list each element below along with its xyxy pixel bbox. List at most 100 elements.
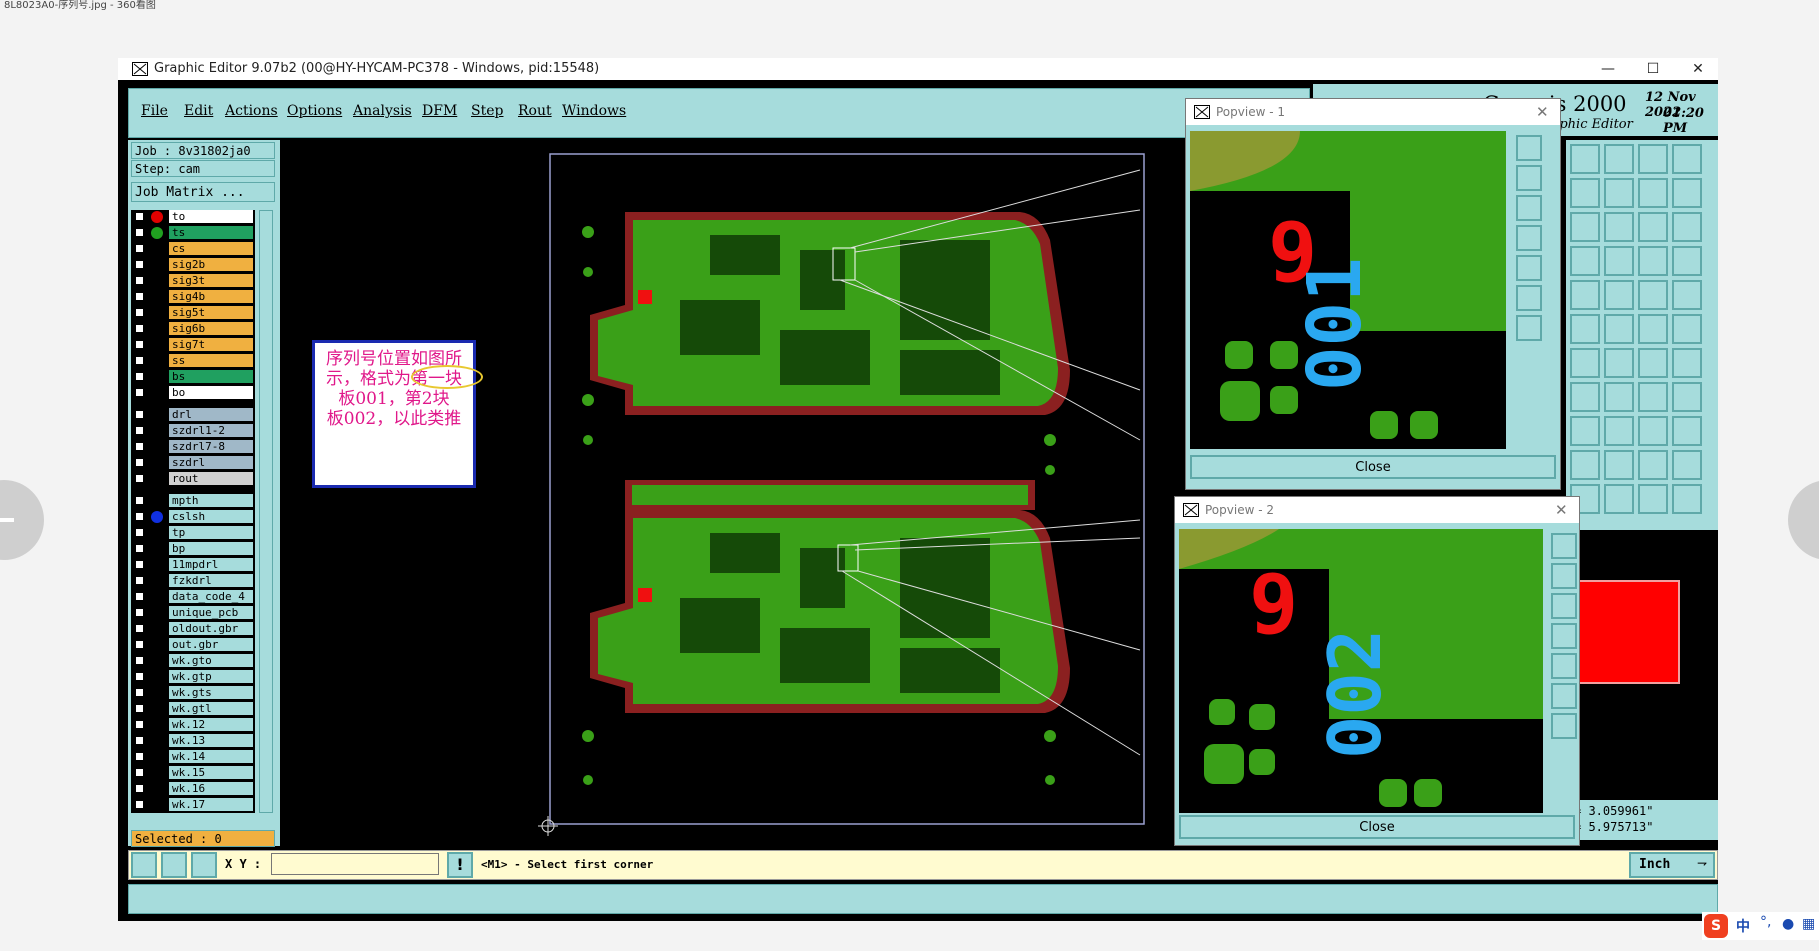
layer-name[interactable]: ts	[169, 226, 253, 239]
prev-image-button[interactable]	[0, 480, 44, 560]
layer-row[interactable]: wk.gto	[131, 654, 255, 668]
next-image-button[interactable]	[1788, 480, 1819, 560]
popview-1-tool-icon[interactable]	[1516, 285, 1542, 311]
layer-row[interactable]: cs	[131, 242, 255, 256]
layer-name[interactable]: fzkdrl	[169, 574, 253, 587]
editor-tool-icon[interactable]	[1672, 144, 1702, 174]
layer-name[interactable]: sig7t	[169, 338, 253, 351]
editor-tool-icon[interactable]	[1604, 484, 1634, 514]
layer-checkbox[interactable]	[135, 356, 144, 365]
editor-tool-icon[interactable]	[1604, 416, 1634, 446]
layer-checkbox[interactable]	[135, 720, 144, 729]
layer-row[interactable]: data_code_4	[131, 590, 255, 604]
close-window-button[interactable]: ✕	[1678, 58, 1718, 80]
editor-tool-icon[interactable]	[1570, 212, 1600, 242]
editor-tool-icon[interactable]	[1570, 382, 1600, 412]
editor-tool-icon[interactable]	[1638, 314, 1668, 344]
layer-name[interactable]: cs	[169, 242, 253, 255]
layer-row[interactable]: unique_pcb	[131, 606, 255, 620]
popview-1-tool-icon[interactable]	[1516, 225, 1542, 251]
maximize-button[interactable]: ☐	[1633, 58, 1673, 80]
editor-tool-icon[interactable]	[1570, 348, 1600, 378]
layer-checkbox[interactable]	[135, 388, 144, 397]
layer-name[interactable]: wk.gto	[169, 654, 253, 667]
layer-name[interactable]: sig4b	[169, 290, 253, 303]
menu-dfm[interactable]: DFM	[422, 103, 457, 119]
layer-name[interactable]: bs	[169, 370, 253, 383]
editor-tool-icon[interactable]	[1604, 314, 1634, 344]
layer-name[interactable]: wk.16	[169, 782, 253, 795]
layer-row[interactable]: rout	[131, 472, 255, 486]
editor-tool-icon[interactable]	[1570, 280, 1600, 310]
editor-tool-icon[interactable]	[1638, 348, 1668, 378]
popview-2-tool-icon[interactable]	[1551, 593, 1577, 619]
layer-name[interactable]: wk.12	[169, 718, 253, 731]
layer-checkbox[interactable]	[135, 260, 144, 269]
layer-checkbox[interactable]	[135, 688, 144, 697]
editor-tool-icon[interactable]	[1672, 348, 1702, 378]
layer-row[interactable]: sig7t	[131, 338, 255, 352]
popview-2-tool-icon[interactable]	[1551, 563, 1577, 589]
menu-analysis[interactable]: Analysis	[353, 103, 412, 119]
layer-checkbox[interactable]	[135, 458, 144, 467]
layer-name[interactable]: szdrl1-2	[169, 424, 253, 437]
layer-row[interactable]: bo	[131, 386, 255, 400]
editor-tool-icon[interactable]	[1638, 144, 1668, 174]
popview-1-tool-icon[interactable]	[1516, 135, 1542, 161]
layer-name[interactable]: 11mpdrl	[169, 558, 253, 571]
layer-name[interactable]: wk.14	[169, 750, 253, 763]
layer-row[interactable]: sig4b	[131, 290, 255, 304]
layer-name[interactable]: mpth	[169, 494, 253, 507]
popview-2-tool-icon[interactable]	[1551, 653, 1577, 679]
editor-tool-icon[interactable]	[1570, 178, 1600, 208]
popview-2-tool-icon[interactable]	[1551, 713, 1577, 739]
layer-row[interactable]: 11mpdrl	[131, 558, 255, 572]
layer-name[interactable]: szdrl7-8	[169, 440, 253, 453]
layer-checkbox[interactable]	[135, 672, 144, 681]
layer-row[interactable]: sig3t	[131, 274, 255, 288]
layer-checkbox[interactable]	[135, 212, 144, 221]
layer-row[interactable]: ts	[131, 226, 255, 240]
layer-row[interactable]: wk.14	[131, 750, 255, 764]
popview-2-close-button[interactable]: Close	[1179, 815, 1575, 839]
popview-2-tool-icon[interactable]	[1551, 533, 1577, 559]
layer-name[interactable]: ss	[169, 354, 253, 367]
popview-1-tool-icon[interactable]	[1516, 165, 1542, 191]
layer-checkbox[interactable]	[135, 442, 144, 451]
layer-name[interactable]: bp	[169, 542, 253, 555]
units-select[interactable]: Inch ⇁	[1629, 852, 1715, 878]
editor-tool-icon[interactable]	[1570, 416, 1600, 446]
layer-name[interactable]: sig3t	[169, 274, 253, 287]
popview-1-tool-icon[interactable]	[1516, 195, 1542, 221]
popview-1-close-icon[interactable]: ✕	[1536, 99, 1549, 125]
layer-checkbox[interactable]	[135, 752, 144, 761]
layer-name[interactable]: cslsh	[169, 510, 253, 523]
layer-row[interactable]: to	[131, 210, 255, 224]
graphic-canvas[interactable]: 序列号位置如图所 示，格式为第一块 板001，第2块 板002，以此类推	[280, 140, 1280, 846]
layer-checkbox[interactable]	[135, 372, 144, 381]
layer-name[interactable]: tp	[169, 526, 253, 539]
editor-tool-icon[interactable]	[1672, 450, 1702, 480]
layer-checkbox[interactable]	[135, 704, 144, 713]
editor-tool-icon[interactable]	[1638, 178, 1668, 208]
layer-scrollbar[interactable]	[259, 210, 273, 813]
exclamation-icon[interactable]: !	[447, 852, 473, 878]
editor-tool-icon[interactable]	[1638, 280, 1668, 310]
popview-1-tool-icon[interactable]	[1516, 255, 1542, 281]
layer-name[interactable]: wk.gts	[169, 686, 253, 699]
layer-checkbox[interactable]	[135, 544, 144, 553]
xy-input[interactable]	[271, 853, 439, 875]
layer-row[interactable]: wk.17	[131, 798, 255, 812]
editor-tool-icon[interactable]	[1672, 314, 1702, 344]
layer-checkbox[interactable]	[135, 560, 144, 569]
layer-row[interactable]: wk.12	[131, 718, 255, 732]
editor-tool-icon[interactable]	[1638, 450, 1668, 480]
sogou-icon[interactable]: S	[1704, 914, 1728, 938]
layer-checkbox[interactable]	[135, 800, 144, 809]
layer-checkbox[interactable]	[135, 608, 144, 617]
menu-step[interactable]: Step	[471, 103, 503, 119]
ime-language[interactable]: 中	[1736, 916, 1750, 936]
layer-row[interactable]: bp	[131, 542, 255, 556]
layer-checkbox[interactable]	[135, 426, 144, 435]
layer-row[interactable]: wk.gtl	[131, 702, 255, 716]
